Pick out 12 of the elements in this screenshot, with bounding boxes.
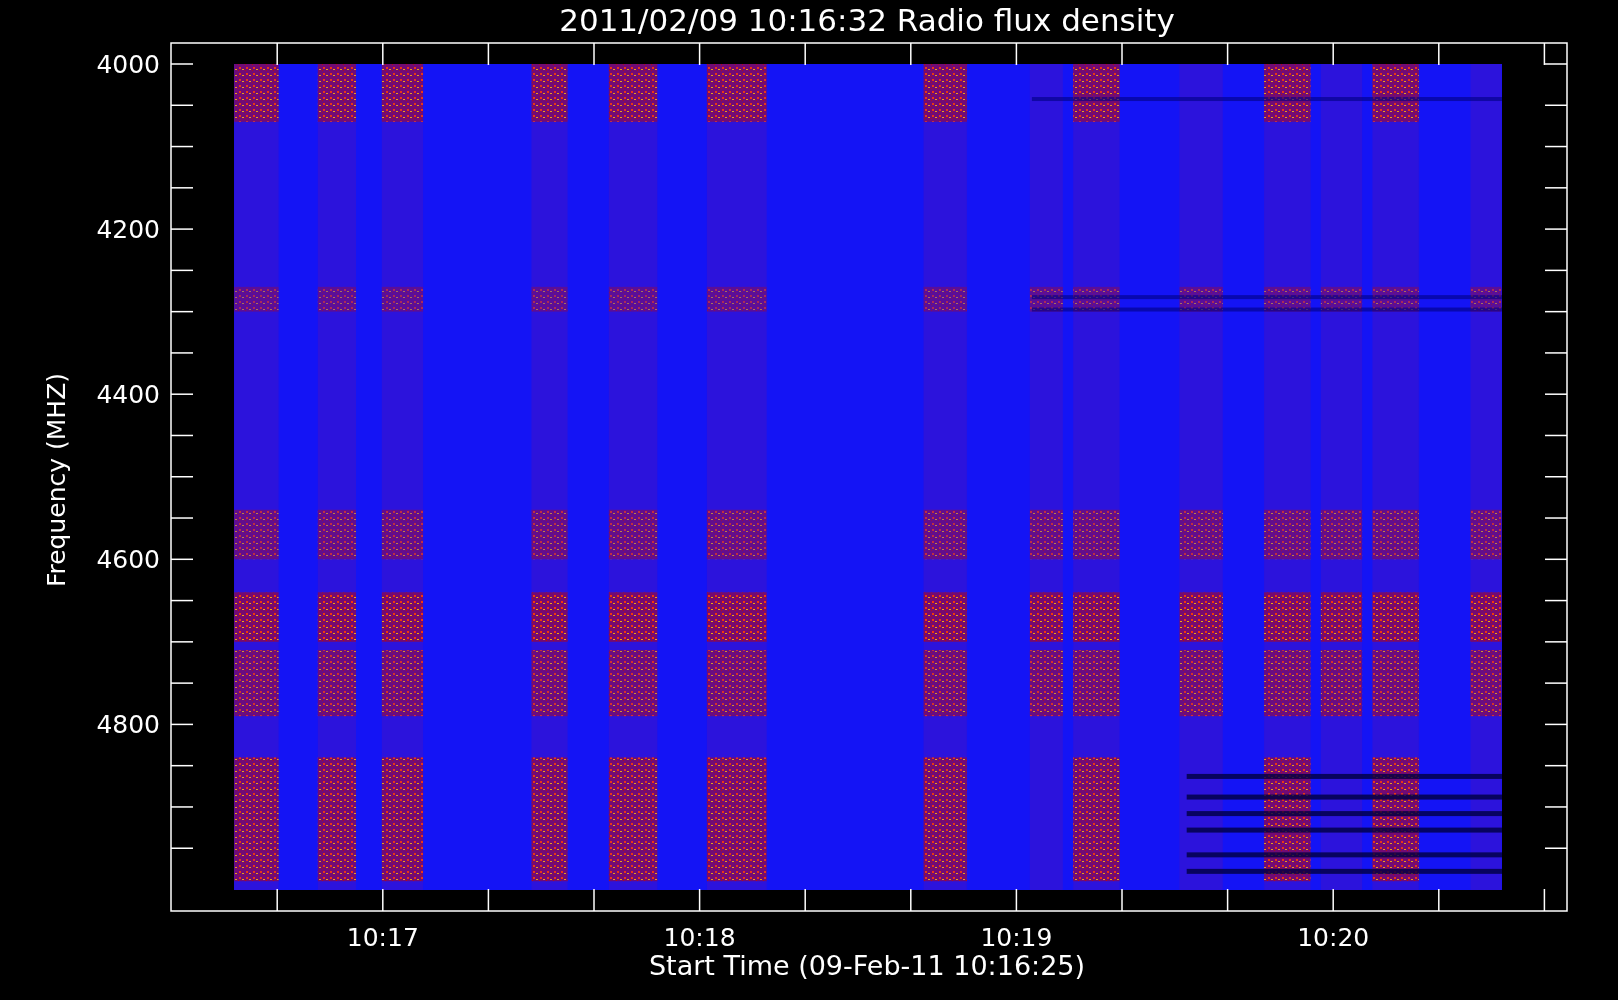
y-tick-label: 4800 [96,710,160,740]
x-axis-title: Start Time (09-Feb-11 10:16:25) [648,950,1086,981]
x-tick-label: 10:18 [663,923,736,952]
y-tick-label: 4400 [96,380,160,410]
x-tick-label: 10:17 [346,923,419,952]
x-tick-label: 10:19 [980,923,1053,952]
y-tick-label: 4600 [96,545,160,575]
x-tick-label: 10:20 [1297,923,1370,952]
y-axis-title: Frequency (MHZ) [42,372,71,588]
y-tick-label: 4200 [96,215,160,245]
chart-title: 2011/02/09 10:16:32 Radio flux density [559,2,1175,38]
y-tick-label: 4000 [96,50,160,79]
